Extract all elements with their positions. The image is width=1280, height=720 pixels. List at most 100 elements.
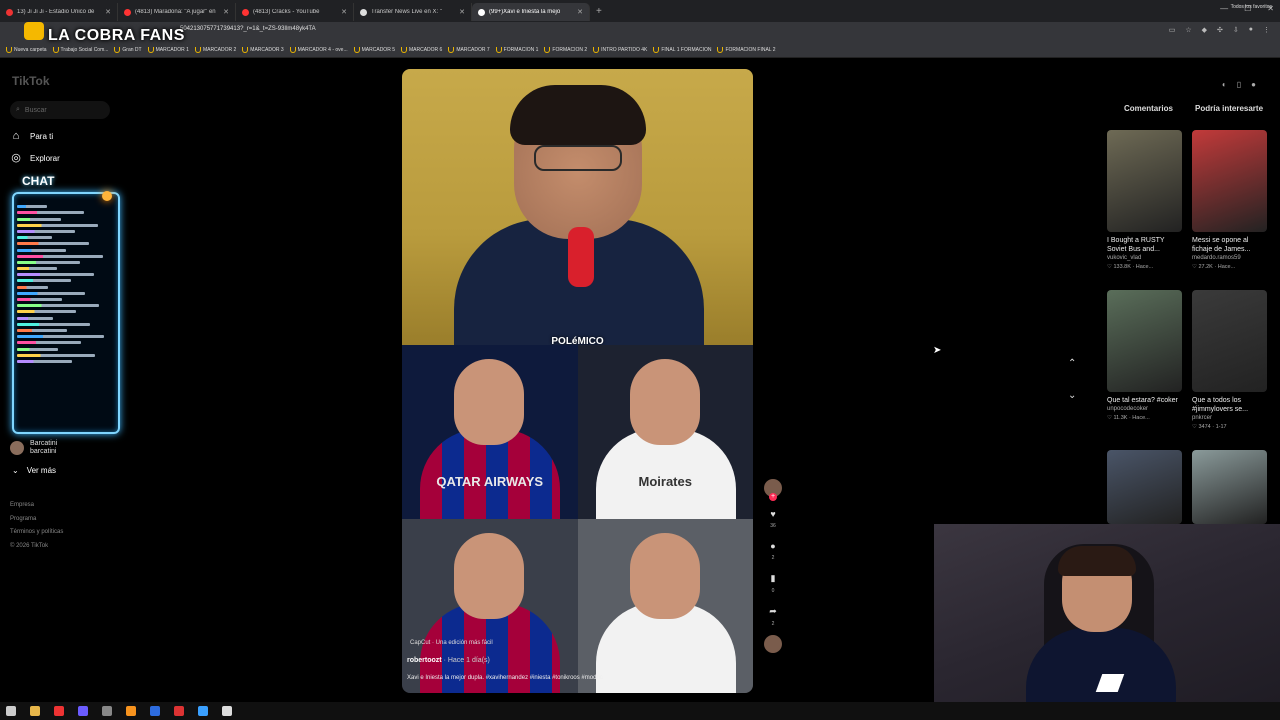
next-video-chevron-icon[interactable]: ⌄ (1068, 390, 1076, 401)
recommended-meta[interactable]: Messi se opone al fichaje de James... med… (1192, 236, 1270, 272)
browser-icon[interactable] (150, 706, 160, 716)
cast-icon[interactable]: ▭ (1169, 26, 1176, 34)
media-icon[interactable] (126, 706, 136, 716)
recommended-thumbnail[interactable] (1192, 450, 1267, 524)
browser-tab[interactable]: 13) Ji Ji Ji - Estadio Único de ✕ (0, 3, 118, 21)
download-icon[interactable]: ⇩ (1233, 26, 1239, 34)
new-tab-button[interactable]: + (590, 6, 608, 17)
player-panel (577, 519, 753, 693)
bookmark-icon (6, 46, 12, 53)
share-button[interactable]: ➦ 2 (769, 606, 777, 627)
close-tab-icon[interactable]: ✕ (459, 8, 465, 16)
browser-tab[interactable]: Transfer News Live en X: " ✕ (354, 3, 472, 21)
recommended-title: Que tal estara? #coker (1107, 397, 1178, 404)
recommended-thumbnail[interactable] (1107, 290, 1182, 392)
bookmark-icon (593, 46, 600, 53)
bookmark-item[interactable]: Trabajo Social Com... (52, 46, 108, 53)
windows-icon[interactable] (6, 706, 16, 716)
tab-title: Transfer News Live en X: " (371, 9, 442, 15)
tab-title: (4813) Cracks - YouTube (253, 9, 320, 15)
extension-icon[interactable]: ◆ (1202, 26, 1207, 34)
close-tab-icon[interactable]: ✕ (223, 8, 229, 16)
recommended-meta[interactable]: Que tal estara? #coker unpocodecoker ♡ 11.… (1107, 396, 1185, 423)
author-avatar[interactable]: + (764, 479, 782, 501)
bookmark-item[interactable]: MARCADOR 2 (194, 46, 236, 53)
previous-video-chevron-icon[interactable]: ⌃ (1068, 358, 1076, 369)
window-icon[interactable] (222, 706, 232, 716)
recommended-meta[interactable]: Que a todos los #jimmylovers se... pnkrce… (1192, 396, 1270, 432)
minimize-icon[interactable]: — (1220, 4, 1228, 13)
chat-message (17, 304, 99, 308)
tiktok-logo[interactable]: TikTok (12, 74, 50, 88)
bookmark-item[interactable]: MARCADOR 4 - ove... (289, 46, 348, 53)
recommended-thumbnail[interactable] (1192, 290, 1267, 392)
video-player[interactable]: POLéMICO QATAR AIRWAYS Moirates CapCut ·… (402, 69, 753, 693)
see-more-button[interactable]: ⌄ Ver más (12, 466, 56, 475)
footer-link-empresa[interactable]: Empresa (10, 499, 63, 513)
close-tab-icon[interactable]: ✕ (105, 8, 111, 16)
bookmark-icon (194, 46, 201, 53)
footer-link-programa[interactable]: Programa (10, 513, 63, 527)
bookmark-item[interactable]: MARCADOR 7 (448, 46, 490, 53)
bookmark-item[interactable]: FINAL 1 FORMACION (653, 46, 711, 53)
bookmark-item[interactable]: INTRO PARTIDO 4K (593, 46, 647, 53)
bookmark-item[interactable]: FORMACION 2 (544, 46, 587, 53)
comment-button[interactable]: ● 2 (770, 541, 775, 561)
browser-tab[interactable]: (99+)Xavi e Iniesta la mejo ✕ (472, 3, 590, 21)
bookmark-item[interactable]: FORMACION FINAL 2 (717, 46, 776, 53)
recommended-thumbnail[interactable] (1107, 450, 1182, 524)
browser-tab[interactable]: (4813) Cracks - YouTube ✕ (236, 3, 354, 21)
star-icon[interactable]: ☆ (1185, 26, 1191, 34)
close-tab-icon[interactable]: ✕ (341, 8, 347, 16)
author-username[interactable]: robertoozt (407, 657, 442, 664)
close-tab-icon[interactable]: ✕ (577, 8, 583, 16)
menu-icon[interactable]: ⋮ (1263, 26, 1270, 34)
recommended-thumbnail[interactable] (1107, 130, 1182, 232)
tab-title: 13) Ji Ji Ji - Estadio Único de (17, 9, 95, 15)
puzzle-icon[interactable]: ✣ (1217, 26, 1223, 34)
bookmark-item[interactable]: MARCADOR 1 (147, 46, 189, 53)
bookmark-item[interactable]: MARCADOR 3 (242, 46, 284, 53)
footer-link-terms[interactable]: Términos y políticas (10, 526, 63, 540)
bookmark-item[interactable]: Nueva carpeta (6, 46, 47, 53)
url-field[interactable]: 504213075771739413?_r=1&_t=ZS-93Ilm48yk4… (180, 26, 316, 32)
bookmark-item[interactable]: FORMACION 1 (495, 46, 538, 53)
all-bookmarks[interactable]: Todos los favoritos (1231, 4, 1272, 10)
recommended-author: vukovic_vlad (1107, 255, 1142, 261)
chat-message (17, 316, 53, 320)
chrome-icon[interactable] (174, 706, 184, 716)
chat-message (17, 279, 71, 283)
following-account[interactable]: Barcatini barcatini (10, 440, 57, 456)
profile-avatar-icon[interactable]: ● (1251, 80, 1256, 89)
profile-icon[interactable]: ● (1249, 26, 1253, 34)
recommended-thumbnail[interactable] (1192, 130, 1267, 232)
music-disc-icon[interactable] (764, 635, 782, 653)
bookmark-item[interactable]: Gran DT (114, 46, 142, 53)
bookmark-item[interactable]: MARCADOR 5 (353, 46, 395, 53)
follow-plus-icon[interactable]: + (769, 493, 777, 501)
recommended-meta[interactable]: I Bought a RUSTY Soviet Bus and... vukovi… (1107, 236, 1185, 272)
browser-tab[interactable]: (4813) Maradona: "A jugar" en ✕ (118, 3, 236, 21)
search-input[interactable]: ⌕ Buscar (10, 101, 110, 119)
tab-podria-interesarte[interactable]: Podría interesarte (1195, 104, 1263, 113)
save-button[interactable]: ▮ 0 (771, 573, 776, 594)
tab-favicon-icon (6, 8, 13, 16)
capcut-label[interactable]: CapCut · Una edición más fácil (410, 640, 493, 646)
nav-para-ti[interactable]: ⌂ Para ti (10, 130, 53, 142)
recommended-title: Messi se opone al fichaje de James... (1192, 237, 1251, 253)
app-icon[interactable] (78, 706, 88, 716)
coin-icon[interactable]: ◐ (1222, 80, 1227, 89)
obs-icon[interactable] (102, 706, 112, 716)
app-icon[interactable] (198, 706, 208, 716)
tab-comentarios[interactable]: Comentarios (1124, 104, 1173, 113)
save-count: 0 (771, 588, 775, 594)
folder-icon[interactable] (30, 706, 40, 716)
video-author[interactable]: robertoozt · Hace 1 día(s) (407, 657, 490, 664)
heart-icon: ♥ (770, 509, 776, 519)
bookmark-item[interactable]: MARCADOR 6 (400, 46, 442, 53)
chrome-icon[interactable] (54, 706, 64, 716)
os-taskbar (0, 702, 1280, 720)
device-icon[interactable]: ▯ (1237, 80, 1241, 89)
like-button[interactable]: ♥ 36 (770, 509, 776, 529)
nav-explorar[interactable]: ◎ Explorar (10, 152, 60, 164)
